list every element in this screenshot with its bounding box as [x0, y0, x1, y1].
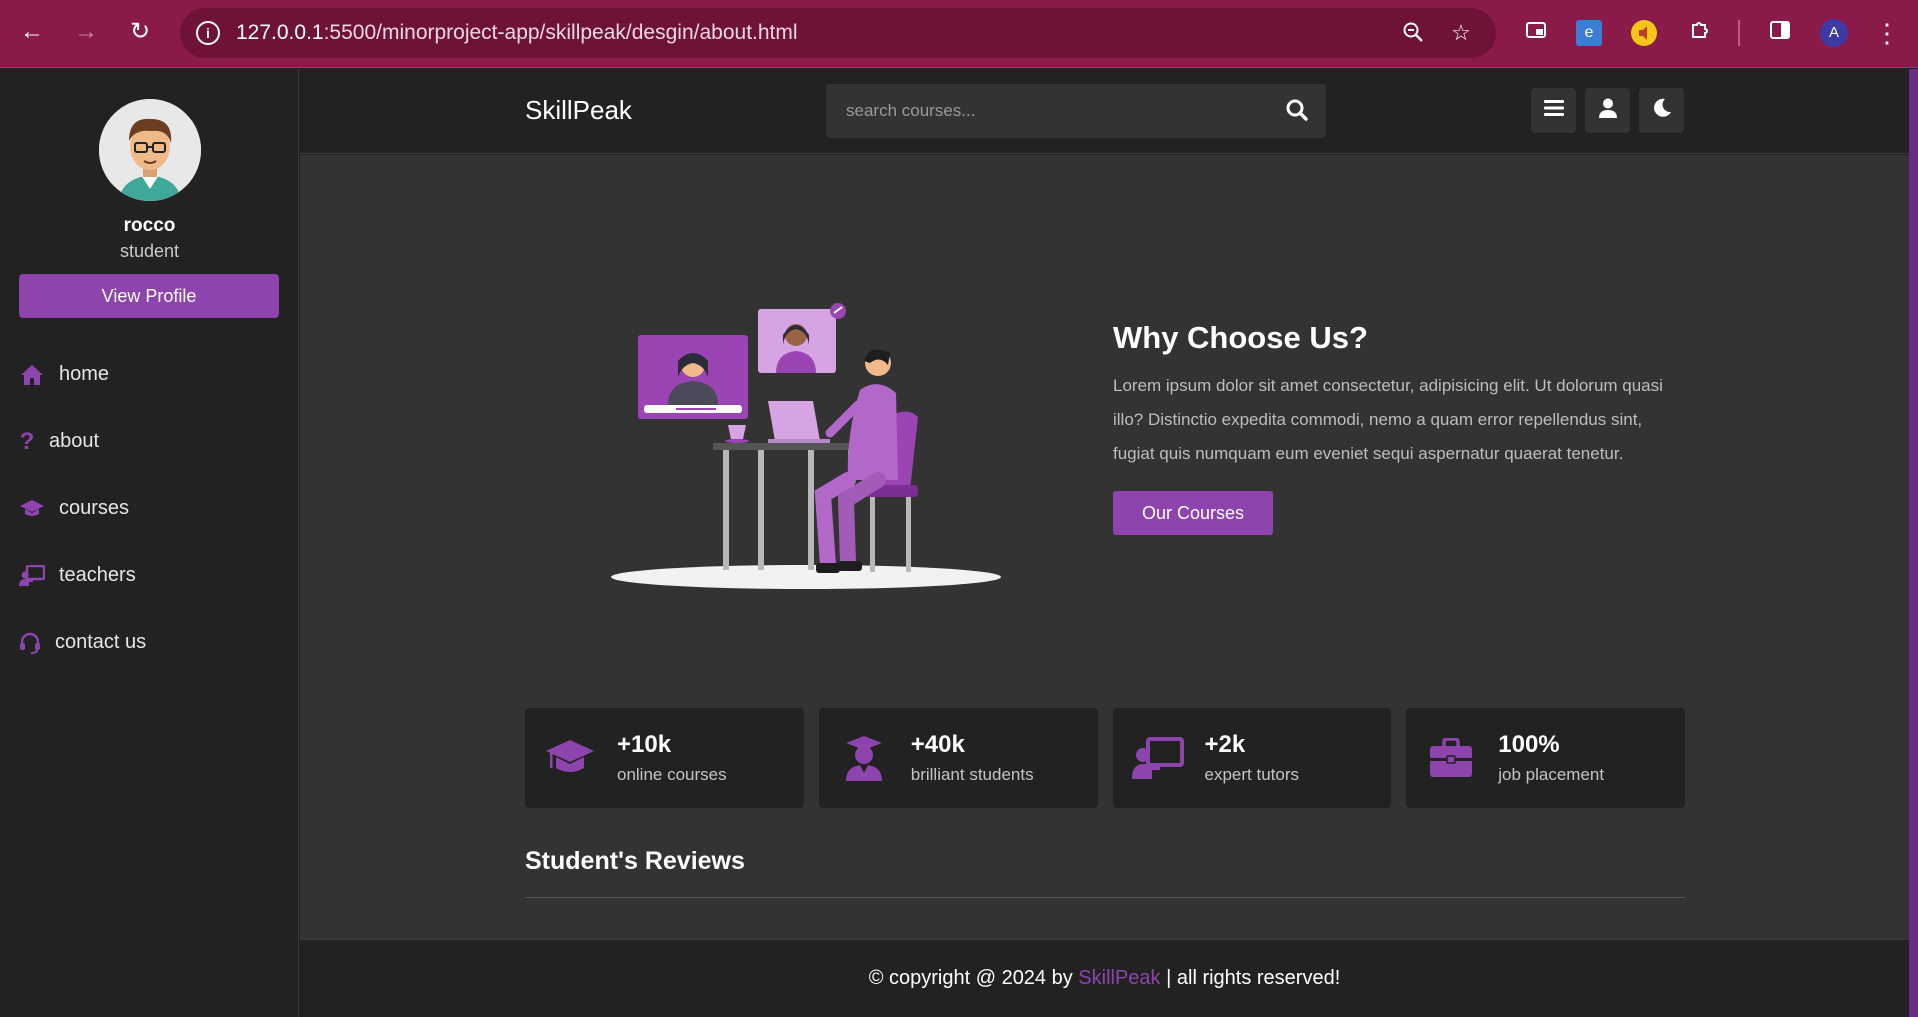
- about-illustration: [608, 295, 1008, 595]
- footer-prefix: © copyright @ 2024 by: [868, 967, 1079, 989]
- page-scrollbar[interactable]: [1909, 69, 1918, 1017]
- avatar[interactable]: [99, 99, 201, 201]
- search-form: [826, 84, 1326, 138]
- sidebar-item-about[interactable]: ? about: [0, 408, 299, 475]
- graduation-cap-icon: [19, 496, 45, 522]
- theme-toggle-button[interactable]: [1639, 88, 1684, 133]
- user-button[interactable]: [1585, 88, 1630, 133]
- sidebar-item-label: teachers: [59, 564, 136, 586]
- chalkboard-teacher-icon: [1131, 731, 1185, 785]
- home-icon: [19, 362, 45, 388]
- headset-icon: [19, 630, 41, 656]
- stat-value: 100%: [1498, 731, 1560, 758]
- site-info-icon[interactable]: i: [196, 21, 220, 45]
- address-bar[interactable]: i 127.0.0.1:5500/minorproject-app/skillp…: [180, 8, 1496, 58]
- reviews-heading: Student's Reviews: [525, 847, 745, 875]
- forward-icon[interactable]: →: [70, 16, 102, 48]
- view-profile-button[interactable]: View Profile: [19, 274, 279, 318]
- stat-value: +10k: [617, 731, 672, 758]
- our-courses-button[interactable]: Our Courses: [1113, 491, 1273, 535]
- site-header: SkillPeak: [300, 69, 1909, 154]
- sidebar: rocco student View Profile home ? about …: [0, 69, 299, 1017]
- extension-e-icon[interactable]: e: [1576, 20, 1602, 46]
- side-panel-icon[interactable]: [1765, 18, 1795, 48]
- menu-bars-icon: [1543, 99, 1564, 122]
- sidebar-item-courses[interactable]: courses: [0, 475, 299, 542]
- stat-label: job placement: [1498, 765, 1605, 784]
- stat-value: +40k: [910, 731, 965, 758]
- menu-button[interactable]: [1531, 88, 1576, 133]
- extensions-puzzle-icon[interactable]: [1685, 18, 1715, 48]
- url-path: :5500/minorproject-app/skillpeak/desgin/…: [323, 21, 798, 44]
- about-description: Lorem ipsum dolor sit amet consectetur, …: [1113, 376, 1663, 463]
- stat-value: +2k: [1204, 731, 1246, 758]
- stat-label: expert tutors: [1204, 765, 1300, 784]
- user-graduate-icon: [837, 731, 891, 785]
- bookmark-star-icon[interactable]: ☆: [1448, 20, 1474, 46]
- browser-profile-avatar[interactable]: A: [1820, 19, 1848, 47]
- about-heading: Why Choose Us?: [1113, 320, 1368, 355]
- site-logo[interactable]: SkillPeak: [525, 95, 632, 126]
- question-icon: ?: [19, 427, 35, 455]
- stat-card: 100% job placement: [1406, 708, 1685, 808]
- stat-card: +40k brilliant students: [818, 708, 1098, 808]
- stat-card: +10k online courses: [525, 708, 804, 808]
- stat-card: +2k expert tutors: [1112, 708, 1392, 808]
- sidebar-item-label: home: [59, 363, 110, 385]
- sidebar-item-home[interactable]: home: [0, 341, 299, 408]
- moon-icon: [1652, 98, 1672, 123]
- browser-toolbar: ← → ↻ i 127.0.0.1:5500/minorproject-app/…: [0, 0, 1918, 68]
- briefcase-icon: [1424, 731, 1478, 785]
- main-content: Why Choose Us? Lorem ipsum dolor sit ame…: [300, 155, 1909, 939]
- user-icon: [1598, 98, 1618, 123]
- sidebar-item-label: courses: [59, 497, 130, 519]
- stat-label: brilliant students: [910, 765, 1034, 784]
- search-icon[interactable]: [1284, 97, 1312, 125]
- sidebar-item-label: about: [49, 430, 100, 452]
- stat-label: online courses: [617, 765, 727, 784]
- chalkboard-teacher-icon: [19, 563, 45, 589]
- search-input[interactable]: [826, 84, 1266, 138]
- footer-suffix: | all rights reserved!: [1160, 967, 1341, 989]
- toolbar-divider: [1738, 20, 1740, 46]
- url-text[interactable]: 127.0.0.1:5500/minorproject-app/skillpea…: [236, 21, 798, 45]
- back-icon[interactable]: ←: [16, 16, 48, 48]
- tab-search-icon[interactable]: [1521, 18, 1551, 48]
- reload-icon[interactable]: ↻: [124, 16, 156, 48]
- stats-row: +10k online courses +40k brilliant stude…: [525, 708, 1685, 808]
- profile-name: rocco: [123, 215, 176, 236]
- footer-brand-link[interactable]: SkillPeak: [1078, 967, 1160, 989]
- url-host: 127.0.0.1: [236, 21, 324, 44]
- zoom-icon[interactable]: [1400, 20, 1426, 46]
- profile-role: student: [119, 241, 180, 261]
- browser-menu-icon[interactable]: ⋮: [1872, 18, 1902, 48]
- sidebar-item-teachers[interactable]: teachers: [0, 542, 299, 609]
- sidebar-item-contact[interactable]: contact us: [0, 609, 299, 676]
- site-footer: © copyright @ 2024 by SkillPeak | all ri…: [300, 939, 1909, 1017]
- sidebar-item-label: contact us: [55, 631, 147, 653]
- sidebar-nav: home ? about courses teachers contact us: [0, 341, 299, 676]
- divider: [525, 897, 1685, 898]
- extension-audio-icon[interactable]: [1631, 20, 1657, 46]
- graduation-cap-icon: [543, 731, 597, 785]
